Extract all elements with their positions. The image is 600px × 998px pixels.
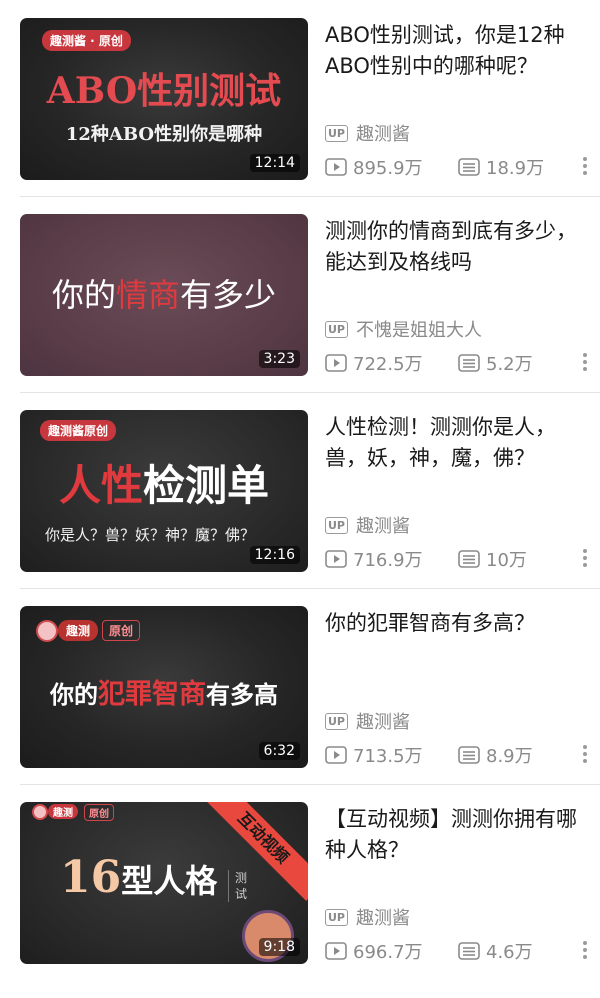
uploader-name[interactable]: 不愧是姐姐大人 [356,316,482,342]
comment-icon [458,354,480,372]
thumb-badge: 趣测酱 · 原创 [42,30,131,51]
uploader-row[interactable]: UP 趣测酱 [325,904,410,930]
uploader-name[interactable]: 趣测酱 [356,904,410,930]
comments-stat: 8.9万 [458,742,533,768]
video-item[interactable]: 趣测 原创 你的犯罪智商有多高 6:32 你的犯罪智商有多高？ UP 趣测酱 7… [0,606,600,802]
video-thumbnail[interactable]: 趣测 原创 互动视频 16型人格 测试 9:18 [20,802,308,964]
uploader-name[interactable]: 趣测酱 [356,512,410,538]
views-count: 722.5万 [353,354,423,375]
more-vertical-icon[interactable] [582,938,588,964]
views-stat: 713.5万 [325,742,423,768]
divider [20,784,600,785]
video-stats: 696.7万 4.6万 [325,938,600,964]
video-title[interactable]: 你的犯罪智商有多高？ [325,608,590,639]
comments-stat: 4.6万 [458,938,533,964]
mascot-icon [36,620,58,642]
comment-icon [458,550,480,568]
video-stats: 895.9万 18.9万 [325,154,600,180]
uploader-row[interactable]: UP 不愧是姐姐大人 [325,316,482,342]
uploader-name[interactable]: 趣测酱 [356,120,410,146]
up-badge-icon: UP [325,320,348,338]
thumb-badge: 趣测 [48,804,78,819]
thumb-headline: 你的犯罪智商有多高 [50,679,278,710]
comment-icon [458,158,480,176]
comments-count: 18.9万 [486,158,545,179]
play-icon [325,550,347,568]
video-title[interactable]: 【互动视频】测测你拥有哪种人格？ [325,804,590,866]
thumb-badge-original: 原创 [84,804,114,821]
video-duration: 12:14 [249,154,300,172]
video-title[interactable]: 人性检测！测测你是人，兽，妖，神，魔，佛？ [325,412,590,474]
comments-stat: 18.9万 [458,154,544,180]
views-stat: 722.5万 [325,350,423,376]
video-item[interactable]: 趣测酱 · 原创 ABO性别测试 12种ABO性别你是哪种 12:14 ABO性… [0,18,600,214]
comments-count: 10万 [486,550,527,571]
comment-icon [458,942,480,960]
thumb-headline: ABO性别测试 [46,70,282,112]
video-title[interactable]: 测测你的情商到底有多少，能达到及格线吗 [325,216,590,278]
video-thumbnail[interactable]: 趣测酱原创 人性检测单 你是人？兽？妖？神？魔？佛？ 12:16 [20,410,308,572]
thumb-headline: 16型人格 [60,852,218,903]
mascot-icon [32,804,48,820]
more-vertical-icon[interactable] [582,546,588,572]
thumb-headline: 你的情商有多少 [51,276,277,314]
thumb-side-label: 测试 [228,870,251,902]
video-duration: 9:18 [258,938,300,956]
video-duration: 6:32 [258,742,300,760]
video-stats: 716.9万 10万 [325,546,600,572]
video-thumbnail[interactable]: 趣测 原创 你的犯罪智商有多高 6:32 [20,606,308,768]
play-icon [325,746,347,764]
play-icon [325,354,347,372]
up-badge-icon: UP [325,516,348,534]
video-item[interactable]: 趣测酱原创 人性检测单 你是人？兽？妖？神？魔？佛？ 12:16 人性检测！测测… [0,410,600,606]
comments-count: 5.2万 [486,354,533,375]
up-badge-icon: UP [325,908,348,926]
comments-stat: 10万 [458,546,527,572]
video-thumbnail[interactable]: 趣测酱 · 原创 ABO性别测试 12种ABO性别你是哪种 12:14 [20,18,308,180]
comments-count: 4.6万 [486,942,533,963]
views-count: 696.7万 [353,942,423,963]
video-item[interactable]: 你的情商有多少 3:23 测测你的情商到底有多少，能达到及格线吗 UP 不愧是姐… [0,214,600,410]
video-duration: 12:16 [249,546,300,564]
video-duration: 3:23 [258,350,300,368]
divider [20,588,600,589]
thumb-subline: 12种ABO性别你是哪种 [65,124,263,145]
views-stat: 716.9万 [325,546,423,572]
more-vertical-icon[interactable] [582,742,588,768]
thumb-badge: 趣测酱原创 [40,420,117,441]
uploader-name[interactable]: 趣测酱 [356,708,410,734]
thumb-headline: 人性检测单 [58,461,270,510]
comments-stat: 5.2万 [458,350,533,376]
thumb-badge-original: 原创 [102,620,141,641]
video-title[interactable]: ABO性别测试，你是12种ABO性别中的哪种呢？ [325,20,590,82]
video-stats: 713.5万 8.9万 [325,742,600,768]
play-icon [325,158,347,176]
comment-icon [458,746,480,764]
uploader-row[interactable]: UP 趣测酱 [325,512,410,538]
thumb-badge: 趣测 [58,620,99,641]
uploader-row[interactable]: UP 趣测酱 [325,120,410,146]
video-thumbnail[interactable]: 你的情商有多少 3:23 [20,214,308,376]
views-count: 895.9万 [353,158,423,179]
views-count: 716.9万 [353,550,423,571]
views-count: 713.5万 [353,746,423,767]
up-badge-icon: UP [325,712,348,730]
divider [20,196,600,197]
uploader-row[interactable]: UP 趣测酱 [325,708,410,734]
divider [20,392,600,393]
video-item[interactable]: 趣测 原创 互动视频 16型人格 测试 9:18 【互动视频】测测你拥有哪种人格… [0,802,600,998]
thumb-subline: 你是人？兽？妖？神？魔？佛？ [44,526,255,544]
views-stat: 696.7万 [325,938,423,964]
more-vertical-icon[interactable] [582,154,588,180]
up-badge-icon: UP [325,124,348,142]
play-icon [325,942,347,960]
video-stats: 722.5万 5.2万 [325,350,600,376]
views-stat: 895.9万 [325,154,423,180]
comments-count: 8.9万 [486,746,533,767]
more-vertical-icon[interactable] [582,350,588,376]
